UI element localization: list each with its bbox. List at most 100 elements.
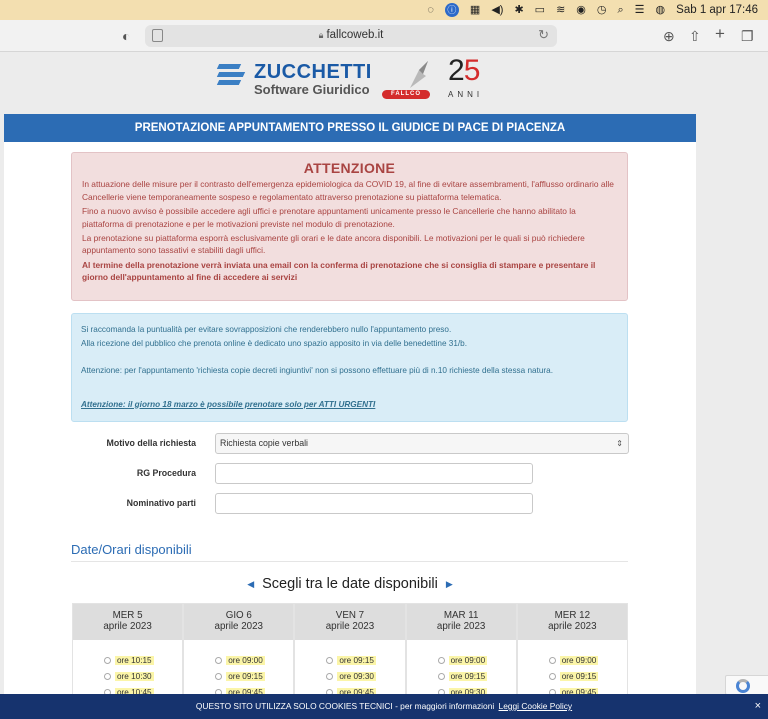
time-slot-radio[interactable] — [437, 656, 445, 664]
brand-name: ZUCCHETTI — [254, 61, 372, 83]
tab-overview-icon[interactable]: ❐ — [741, 27, 754, 45]
privacy-shield-icon[interactable]: ◐ — [122, 27, 130, 45]
day-date: aprile 2023 — [548, 621, 597, 632]
time-slot[interactable]: ore 09:15 — [215, 668, 293, 684]
time-slot[interactable]: ore 09:15 — [437, 668, 516, 684]
day-date: aprile 2023 — [214, 621, 264, 632]
time-slot-radio[interactable] — [326, 672, 334, 680]
page-title: PRENOTAZIONE APPUNTAMENTO PRESSO IL GIUD… — [4, 114, 696, 142]
day-date: aprile 2023 — [436, 621, 486, 632]
share-icon[interactable]: ⇧ — [689, 27, 701, 45]
info-line-1: Si raccomanda la puntualità per evitare … — [81, 325, 452, 334]
motivo-select-value: Richiesta copie verbali — [220, 438, 309, 448]
siri-icon[interactable]: ◍ — [656, 4, 666, 16]
search-icon[interactable]: ⌕ — [618, 4, 624, 16]
user-icon[interactable]: ◉ — [576, 4, 586, 16]
section-divider — [71, 561, 628, 562]
motivo-select[interactable]: Richiesta copie verbali ⇕ — [215, 433, 629, 454]
cookie-text: QUESTO SITO UTILIZZA SOLO COOKIES TECNIC… — [195, 701, 495, 711]
day-header: GIO 6 aprile 2023 — [184, 604, 294, 640]
logo-area: ZUCCHETTI Software Giuridico FALLCO 25 A… — [216, 54, 488, 102]
new-tab-icon[interactable]: + — [715, 25, 725, 43]
info-line-2: Alla ricezione del pubblico che prenota … — [81, 338, 467, 348]
info-alert: Si raccomanda la puntualità per evitare … — [71, 313, 628, 422]
info-line-3: Attenzione: per l'appuntamento 'richiest… — [81, 366, 553, 375]
nominativo-label: Nominativo parti — [126, 498, 196, 508]
time-slot-radio[interactable] — [548, 672, 556, 680]
time-slot-radio[interactable] — [326, 656, 334, 664]
attention-paragraph-2: Fino a nuovo avviso è possibile accedere… — [82, 206, 576, 229]
day-date: aprile 2023 — [325, 621, 375, 632]
lock-icon: 🔒︎ — [318, 30, 324, 40]
time-slot[interactable]: ore 10:30 — [104, 668, 182, 684]
motivo-label: Motivo della richiesta — [106, 438, 196, 448]
time-slot-label: ore 09:15 — [226, 671, 265, 681]
recaptcha-icon — [736, 679, 750, 693]
rg-procedura-input[interactable] — [215, 463, 533, 484]
select-arrows-icon: ⇕ — [616, 439, 623, 448]
attention-paragraph-4: Al termine della prenotazione verrà invi… — [82, 259, 596, 283]
time-slot-radio[interactable] — [437, 672, 445, 680]
day-weekday: GIO 6 — [225, 610, 252, 621]
booking-card: PRENOTAZIONE APPUNTAMENTO PRESSO IL GIUD… — [4, 114, 696, 719]
time-slot-label: ore 09:00 — [226, 655, 265, 665]
day-header: MAR 11 aprile 2023 — [406, 604, 516, 640]
time-slot-radio[interactable] — [215, 656, 223, 664]
attention-paragraph-1: In attuazione delle misure per il contra… — [82, 179, 614, 202]
anniversary-label: ANNI — [448, 90, 484, 99]
day-header: MER 12 aprile 2023 — [517, 604, 627, 640]
bluetooth-icon[interactable]: ✱ — [514, 4, 523, 16]
urgent-notice: Attenzione: il giorno 18 marzo è possibi… — [81, 399, 376, 409]
web-page: ZUCCHETTI Software Giuridico FALLCO 25 A… — [0, 52, 768, 719]
anniversary-number: 25 — [448, 54, 480, 87]
date-navigation: ◀ Scegli tra le date disponibili ▶ — [4, 576, 696, 592]
time-slot[interactable]: ore 09:00 — [215, 652, 293, 668]
time-slot-label: ore 09:15 — [559, 671, 599, 681]
nominativo-input[interactable] — [215, 493, 533, 514]
day-header: VEN 7 aprile 2023 — [295, 604, 405, 640]
day-weekday: MER 5 — [112, 610, 143, 621]
zucchetti-logo-icon — [216, 62, 246, 88]
day-weekday: MER 12 — [554, 610, 591, 621]
time-slot[interactable]: ore 09:00 — [548, 652, 627, 668]
day-date: aprile 2023 — [103, 621, 152, 632]
time-slot-radio[interactable] — [104, 672, 111, 680]
day-weekday: MAR 11 — [443, 610, 479, 621]
rg-procedura-label: RG Procedura — [136, 468, 196, 478]
time-slot-radio[interactable] — [548, 656, 556, 664]
fallco-badge: FALLCO — [382, 90, 430, 99]
day-header: MER 5 aprile 2023 — [73, 604, 183, 640]
circle-icon[interactable]: ◌ — [427, 4, 434, 16]
next-dates-icon[interactable]: ▶ — [446, 579, 453, 589]
time-slot[interactable]: ore 09:30 — [326, 668, 404, 684]
volume-icon[interactable]: ◀) — [491, 4, 503, 16]
info-badge-icon[interactable]: ⓘ — [444, 3, 459, 17]
time-slot[interactable]: ore 09:15 — [326, 652, 404, 668]
time-slot-label: ore 09:15 — [448, 671, 488, 681]
control-center-icon[interactable]: ☰ — [635, 4, 645, 16]
time-slot[interactable]: ore 09:00 — [437, 652, 516, 668]
download-icon[interactable]: ⊕ — [663, 27, 675, 45]
menubar-clock[interactable]: Sab 1 apr 17:46 — [676, 4, 758, 16]
time-slot[interactable]: ore 10:15 — [104, 652, 182, 668]
time-machine-icon[interactable]: ◷ — [597, 4, 607, 16]
wifi-icon[interactable]: ≋ — [556, 4, 565, 16]
grid-icon[interactable]: ▦ — [470, 4, 480, 16]
time-slot-radio[interactable] — [104, 656, 111, 664]
brand-subtitle: Software Giuridico — [254, 82, 370, 97]
recaptcha-badge[interactable] — [725, 675, 768, 695]
cookie-bar: QUESTO SITO UTILIZZA SOLO COOKIES TECNIC… — [0, 694, 768, 719]
time-slot[interactable]: ore 09:15 — [548, 668, 627, 684]
day-weekday: VEN 7 — [335, 610, 365, 621]
reload-icon[interactable]: ↻ — [538, 27, 549, 43]
time-slot-radio[interactable] — [215, 672, 223, 680]
section-title: Date/Orari disponibili — [71, 542, 192, 557]
attention-alert: ATTENZIONE In attuazione delle misure pe… — [71, 152, 628, 301]
time-slot-label: ore 10:30 — [115, 671, 154, 681]
address-bar[interactable]: 🔒︎ fallcoweb.it ↻ — [145, 25, 557, 47]
cookie-policy-link[interactable]: Leggi Cookie Policy — [499, 701, 573, 711]
battery-icon[interactable]: ▭ — [535, 4, 545, 16]
close-icon[interactable]: × — [755, 694, 761, 719]
prev-dates-icon[interactable]: ◀ — [247, 579, 254, 589]
url-text: fallcoweb.it — [326, 29, 384, 41]
